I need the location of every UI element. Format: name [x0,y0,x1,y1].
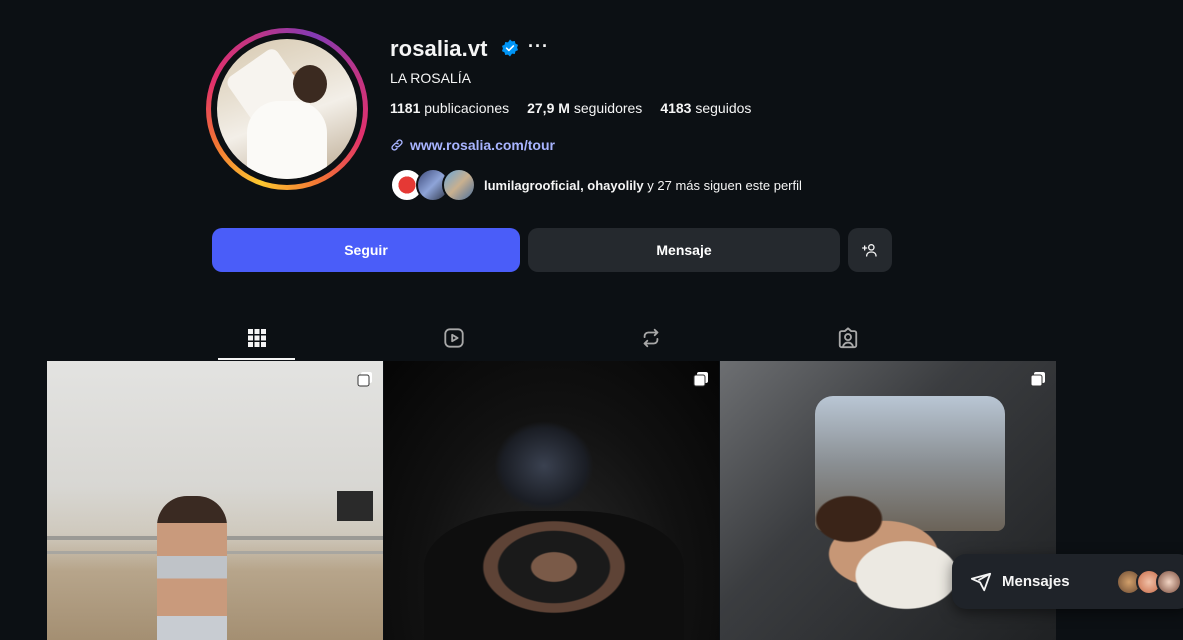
conversation-avatar [1156,569,1182,595]
website-url: www.rosalia.com/tour [410,137,555,153]
avatar-image [217,39,357,179]
profile-username: rosalia.vt [390,36,488,61]
website-link[interactable]: www.rosalia.com/tour [390,137,555,153]
followers-stat[interactable]: 27,9 M seguidores [527,100,642,116]
carousel-icon [693,372,709,387]
following-count: 4183 [660,100,692,116]
tab-reposts[interactable] [612,318,689,358]
message-button[interactable]: Mensaje [528,228,840,272]
tagged-icon [838,327,857,349]
verified-badge-icon [501,39,519,57]
followed-by-rest: y 27 más siguen este perfil [643,177,802,193]
tab-tagged[interactable] [809,318,886,358]
followers-label: seguidores [573,100,643,116]
followed-by-names: lumilagrooficial, ohayolily [484,177,644,193]
repost-icon [643,328,658,348]
post-thumbnail[interactable] [383,361,720,640]
followers-count: 27,9 M [527,100,570,116]
posts-count: 1181 [390,100,421,116]
posts-label: publicaciones [424,100,510,116]
follow-button[interactable]: Seguir [212,228,520,272]
followed-by-text: lumilagrooficial, ohayolily y 27 más sig… [484,178,802,193]
carousel-icon [1030,372,1046,387]
posts-stat: 1181 publicaciones [390,100,509,116]
followed-by[interactable]: lumilagrooficial, ohayolily y 27 más sig… [390,168,802,202]
grid-icon [247,329,266,347]
following-stat[interactable]: 4183 seguidos [660,100,751,116]
avatar-border [211,33,363,185]
post-thumbnail[interactable] [47,361,383,640]
send-icon [970,572,992,591]
suggested-users-button[interactable] [848,228,892,272]
tab-posts[interactable] [218,318,295,360]
reels-icon [443,328,464,348]
messages-panel[interactable]: Mensajes [952,554,1183,609]
follower-avatar [442,168,476,202]
profile-stats: 1181 publicaciones 27,9 M seguidores 418… [390,100,751,116]
tab-reels[interactable] [415,318,492,358]
messages-avatars [1116,569,1182,595]
link-icon [391,139,403,151]
posts-grid [47,361,1057,640]
carousel-icon [357,372,372,387]
profile-tabs [212,318,1056,360]
more-options-icon[interactable]: ··· [528,36,549,57]
profile-full-name: LA ROSALÍA [390,70,471,86]
add-user-icon [862,244,877,257]
messages-label: Mensajes [1002,573,1070,590]
following-label: seguidos [695,100,752,116]
profile-avatar[interactable] [206,28,368,190]
